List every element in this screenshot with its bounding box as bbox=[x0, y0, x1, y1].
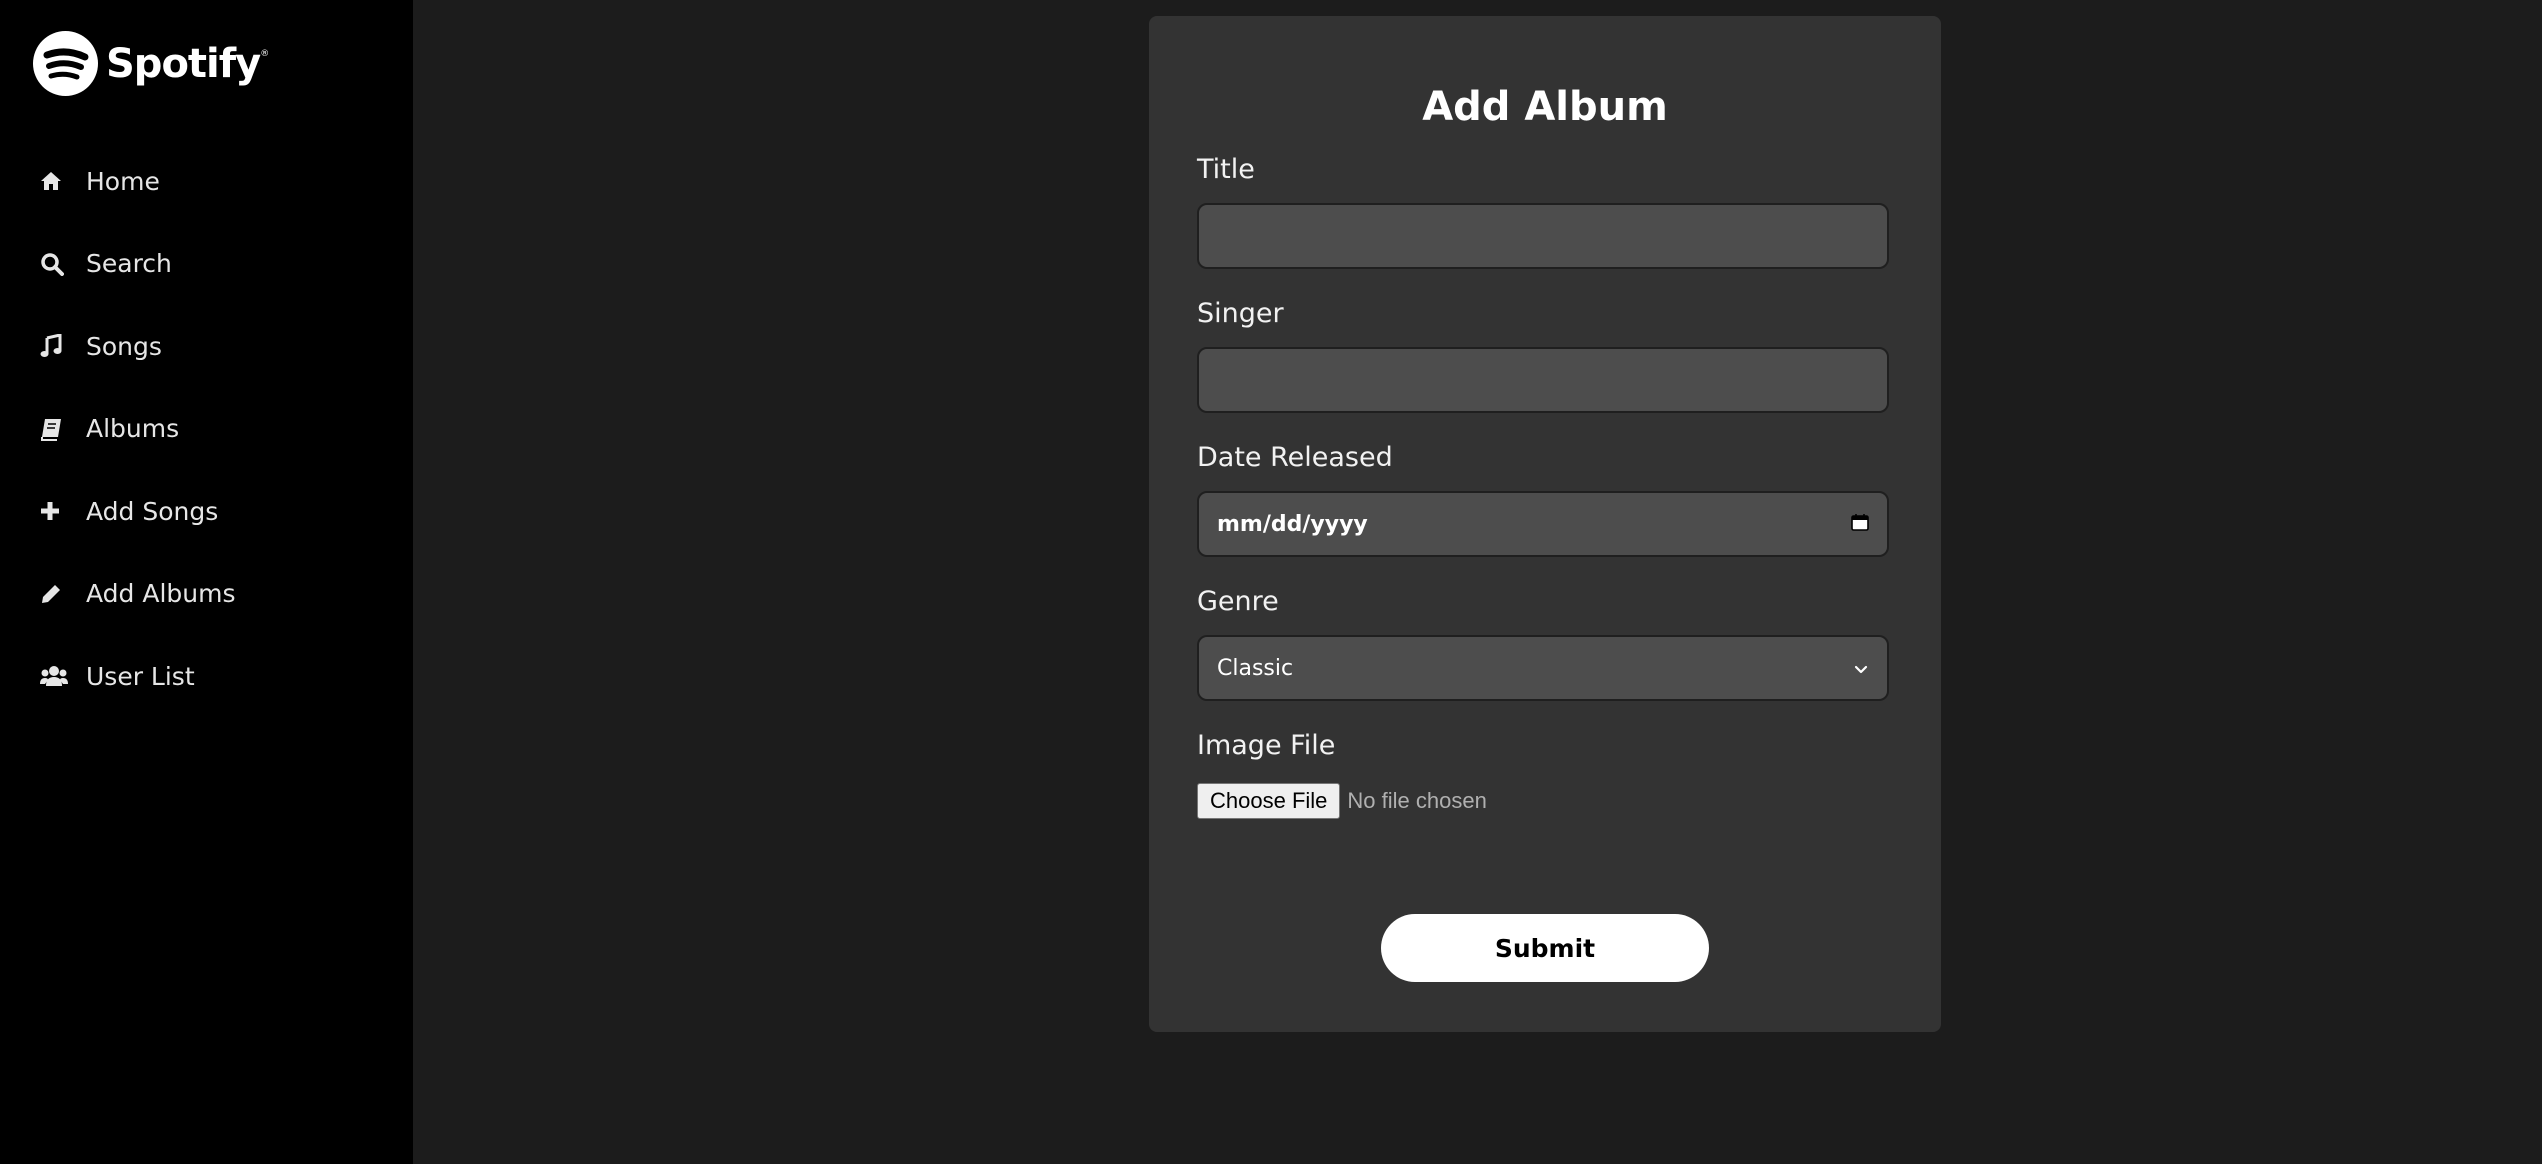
sidebar-item-label: Home bbox=[86, 166, 160, 196]
sidebar-item-add-songs[interactable]: Add Songs bbox=[0, 470, 413, 553]
date-placeholder: mm/dd/yyyy bbox=[1217, 511, 1368, 537]
chevron-down-icon bbox=[1853, 655, 1869, 681]
date-released-label: Date Released bbox=[1197, 442, 1393, 473]
users-icon bbox=[40, 665, 74, 687]
brand-name: Spotify® bbox=[106, 40, 269, 87]
genre-label: Genre bbox=[1197, 586, 1279, 617]
sidebar-item-label: User List bbox=[86, 661, 195, 691]
calendar-icon[interactable] bbox=[1851, 511, 1869, 537]
sidebar-item-label: Albums bbox=[86, 414, 180, 444]
image-file-input: Choose File No file chosen bbox=[1197, 783, 1487, 819]
spotify-logo-icon bbox=[33, 31, 98, 96]
main-content: Add Album Title Singer Date Released mm/… bbox=[413, 0, 2542, 1164]
sidebar-nav: Home Search Songs Albums Add Songs Add A… bbox=[0, 140, 413, 718]
genre-selected-value: Classic bbox=[1217, 655, 1294, 681]
sidebar-item-albums[interactable]: Albums bbox=[0, 388, 413, 471]
submit-button[interactable]: Submit bbox=[1381, 914, 1709, 982]
sidebar-item-label: Add Songs bbox=[86, 496, 219, 526]
home-icon bbox=[40, 171, 74, 191]
sidebar-item-label: Add Albums bbox=[86, 579, 236, 609]
spotify-logo[interactable]: Spotify® bbox=[33, 31, 269, 96]
form-title: Add Album bbox=[1422, 84, 1668, 130]
add-album-form: Add Album Title Singer Date Released mm/… bbox=[1149, 16, 1941, 1032]
sidebar-item-user-list[interactable]: User List bbox=[0, 635, 413, 718]
date-released-field[interactable]: mm/dd/yyyy bbox=[1197, 491, 1889, 557]
file-status-text: No file chosen bbox=[1347, 788, 1487, 813]
brand-name-text: Spotify bbox=[106, 40, 261, 87]
pencil-icon bbox=[40, 583, 74, 605]
singer-input[interactable] bbox=[1217, 366, 1869, 394]
image-file-label: Image File bbox=[1197, 730, 1336, 761]
music-note-icon bbox=[40, 334, 74, 358]
sidebar-item-songs[interactable]: Songs bbox=[0, 305, 413, 388]
sidebar-item-add-albums[interactable]: Add Albums bbox=[0, 553, 413, 636]
trademark-mark: ® bbox=[260, 48, 269, 59]
sidebar-item-label: Songs bbox=[86, 331, 162, 361]
singer-field[interactable] bbox=[1197, 347, 1889, 413]
title-label: Title bbox=[1197, 154, 1255, 185]
app-root: Spotify® Home Search Songs Albums Add So… bbox=[0, 0, 2542, 1164]
book-icon bbox=[40, 417, 74, 441]
singer-label: Singer bbox=[1197, 298, 1284, 329]
title-input[interactable] bbox=[1217, 222, 1869, 250]
sidebar-item-home[interactable]: Home bbox=[0, 140, 413, 223]
plus-icon bbox=[40, 501, 74, 521]
sidebar: Spotify® Home Search Songs Albums Add So… bbox=[0, 0, 413, 1164]
title-field[interactable] bbox=[1197, 203, 1889, 269]
sidebar-item-search[interactable]: Search bbox=[0, 223, 413, 306]
sidebar-item-label: Search bbox=[86, 249, 172, 279]
choose-file-button[interactable]: Choose File bbox=[1197, 783, 1341, 819]
genre-select[interactable]: Classic bbox=[1197, 635, 1889, 701]
search-icon bbox=[40, 252, 74, 276]
